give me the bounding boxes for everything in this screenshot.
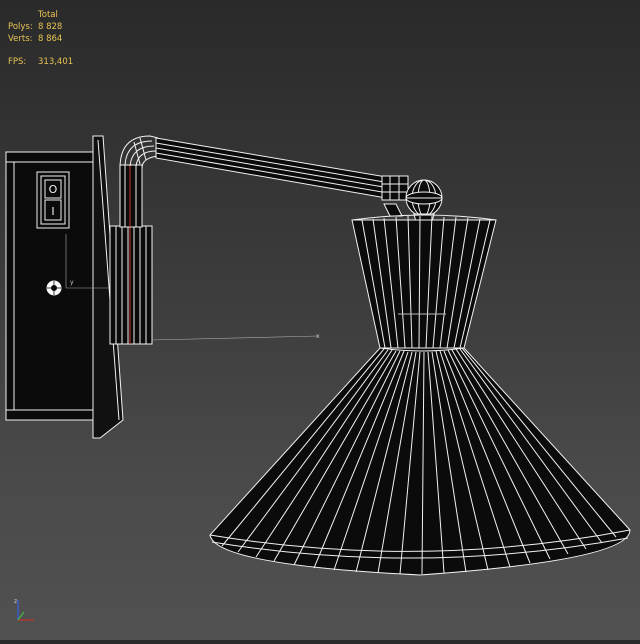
arm-bend (119, 135, 159, 169)
verts-row: Verts: 8 864 (8, 33, 73, 45)
lamp-shade-upper (351, 214, 497, 349)
wireframe-scene[interactable]: O I y x z (0, 0, 640, 640)
arm-tube-vertical (119, 164, 143, 228)
switch-on-label: O (49, 183, 58, 196)
arm-tube-horizontal (155, 137, 393, 199)
polys-label: Polys: (8, 22, 33, 32)
switch-rocker[interactable]: O I (36, 171, 70, 229)
stats-header: Total (38, 10, 58, 20)
3d-viewport[interactable]: O I y x z Total Polys: 8 828 Verts: 8 86… (0, 0, 640, 640)
x-axis-guide: x (151, 333, 320, 341)
z-axis-label: z (14, 598, 17, 605)
gizmo-y-label: y (70, 279, 74, 286)
x-axis-label: x (316, 333, 320, 340)
arm-base (109, 225, 153, 345)
verts-label: Verts: (8, 34, 33, 44)
view-axis-tripod: z (14, 598, 34, 621)
viewport-statistics: Total Polys: 8 828 Verts: 8 864 FPS: 313… (8, 9, 73, 68)
verts-value: 8 864 (38, 34, 63, 44)
fps-value: 313,401 (38, 57, 74, 67)
switch-off-label: I (51, 205, 54, 218)
fps-row: FPS: 313,401 (8, 56, 73, 68)
polys-value: 8 828 (38, 22, 63, 32)
fps-label: FPS: (8, 57, 27, 67)
polys-row: Polys: 8 828 (8, 21, 73, 33)
lamp-shade-lower (209, 347, 631, 576)
